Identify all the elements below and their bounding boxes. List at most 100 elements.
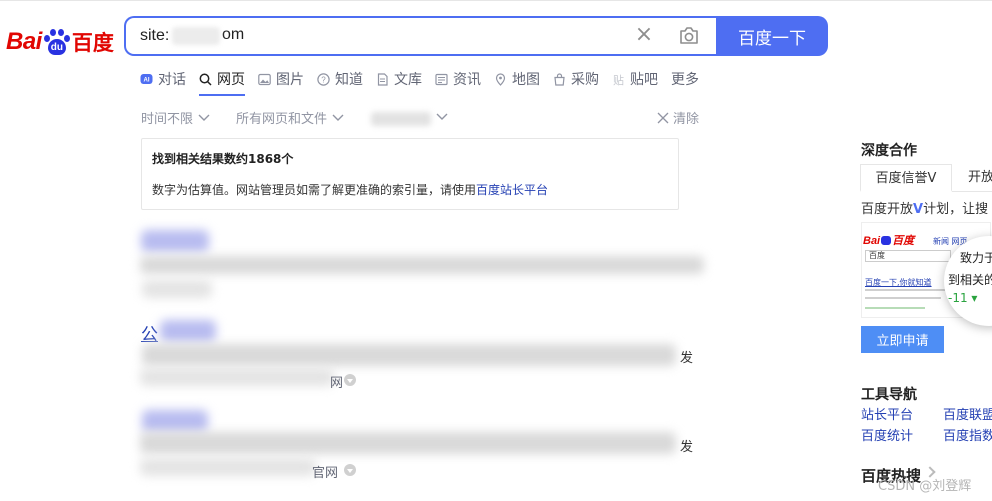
top-divider	[0, 0, 992, 1]
tab-3[interactable]: ? 知道	[317, 68, 363, 90]
tab-2[interactable]: 图片	[258, 68, 304, 90]
mini-search-input: 百度	[865, 250, 951, 262]
result-title-redacted[interactable]	[160, 320, 216, 342]
result-source-redacted	[140, 368, 334, 386]
tab-label: 贴吧	[630, 72, 658, 88]
result-snippet-redacted	[142, 344, 676, 366]
tab-label: 知道	[335, 72, 363, 88]
document-icon	[376, 72, 392, 86]
ai-chat-icon: AI	[140, 73, 156, 86]
result-title[interactable]: 公	[141, 320, 158, 345]
result-source-tail: 官网	[312, 466, 339, 481]
search-button[interactable]: 百度一下	[716, 16, 828, 56]
type-filter-label: 所有网页和文件	[236, 112, 328, 127]
redacted-query-part	[172, 27, 220, 45]
camera-icon[interactable]	[678, 26, 700, 46]
tab-credit-v[interactable]: 百度信誉V	[860, 164, 952, 192]
sidebar-description: 百度开放V计划，让搜	[861, 198, 988, 217]
desc-suffix: 计划，让搜	[923, 202, 989, 217]
tab-label: 图片	[276, 72, 304, 88]
map-pin-icon	[494, 72, 510, 86]
tab-label: 采购	[571, 72, 599, 88]
tab-label: 对话	[158, 72, 186, 88]
mini-logo: Bai 百度	[863, 232, 914, 248]
tab-7[interactable]: 采购	[553, 68, 599, 90]
tool-link[interactable]: 百度指数	[943, 425, 992, 444]
result-snippet-redacted	[140, 432, 676, 454]
logo-cjk-text: 百度	[71, 31, 114, 55]
result-count-box: 找到相关结果数约1868个 数字为估算值。网站管理员如需了解更准确的索引量，请使…	[141, 138, 679, 210]
svg-text:AI: AI	[144, 77, 150, 83]
webmaster-platform-link[interactable]: 百度站长平台	[476, 183, 548, 197]
redacted-site-filter[interactable]	[371, 112, 431, 126]
image-icon	[258, 73, 274, 86]
tab-label: 文库	[394, 72, 422, 88]
news-icon	[435, 73, 451, 86]
svg-text:?: ?	[321, 75, 326, 84]
v-badge-icon: V	[913, 202, 924, 217]
tab-1[interactable]: 网页	[199, 68, 245, 96]
vertical-tabs: AI 对话 网页 图片? 知道 文库 资讯 地图 采购贴贴吧 更多	[140, 68, 712, 96]
paw-icon: du	[43, 28, 71, 56]
tab-5[interactable]: 资讯	[435, 68, 481, 90]
mini-text-line	[865, 297, 941, 299]
mini-result-title: 百度一下,你就知道	[865, 278, 932, 287]
result-source-tail: 网	[330, 376, 344, 391]
result-title-redacted[interactable]	[141, 230, 209, 252]
source-menu-icon[interactable]	[344, 374, 356, 386]
clear-filters-label: 清除	[673, 112, 700, 127]
tab-open[interactable]: 开放	[968, 164, 992, 192]
tab-label: 更多	[671, 72, 699, 88]
chevron-down-icon	[198, 114, 210, 121]
logo-latin-text: Bai	[6, 28, 42, 55]
time-filter[interactable]: 时间不限	[141, 108, 210, 127]
type-filter[interactable]: 所有网页和文件	[236, 108, 344, 127]
clear-icon[interactable]: ×	[634, 24, 654, 46]
result-source-redacted	[142, 280, 212, 298]
time-filter-label: 时间不限	[141, 112, 194, 127]
search-query-tail: om	[222, 26, 245, 43]
chevron-down-icon	[332, 114, 344, 121]
sidebar-tabs: 百度信誉V 开放	[860, 164, 992, 192]
result-source-redacted	[140, 458, 316, 476]
tieba-icon: 贴	[612, 73, 628, 86]
apply-now-button[interactable]: 立即申请	[861, 326, 944, 353]
result-count: 找到相关结果数约1868个	[152, 152, 294, 166]
filter-bar: 时间不限 所有网页和文件 清除	[141, 108, 701, 128]
tool-link[interactable]: 站长平台	[861, 404, 913, 423]
sidebar-heading-tools: 工具导航	[861, 387, 917, 403]
search-box: om ×	[124, 16, 718, 56]
tool-link[interactable]: 百度联盟	[943, 404, 992, 423]
tab-0[interactable]: AI 对话	[140, 68, 186, 90]
mini-url-line	[865, 307, 925, 309]
mini-logo-cjk: 百度	[892, 235, 915, 247]
desc-prefix: 百度开放	[861, 202, 914, 217]
tab-label: 地图	[512, 72, 540, 88]
mini-text-line	[865, 289, 945, 291]
search-icon	[199, 73, 215, 86]
tab-8[interactable]: 贴贴吧	[612, 68, 658, 90]
bubble-line: 致力于	[960, 251, 992, 265]
chevron-down-icon	[436, 113, 448, 120]
tab-4[interactable]: 文库	[376, 68, 422, 90]
source-menu-icon[interactable]	[344, 464, 356, 476]
shopping-bag-icon	[553, 72, 569, 86]
clear-filters-button[interactable]: 清除	[657, 108, 699, 127]
result-title-redacted[interactable]	[142, 410, 208, 432]
tab-6[interactable]: 地图	[494, 68, 540, 90]
result-snippet-tail: 发	[680, 440, 694, 455]
index-note-text: 数字为估算值。网站管理员如需了解更准确的索引量，请使用	[152, 183, 477, 197]
sidebar-heading-partnership: 深度合作	[861, 143, 917, 159]
index-note: 数字为估算值。网站管理员如需了解更准确的索引量，请使用百度站长平台	[152, 181, 668, 198]
tab-label: 网页	[217, 72, 245, 88]
question-icon: ?	[317, 72, 333, 86]
paw-text: du	[50, 42, 63, 53]
bubble-line: -11 ▾	[948, 291, 978, 305]
watermark: CSDN @刘登辉	[878, 479, 972, 494]
tab-9[interactable]: 更多	[671, 68, 699, 90]
tool-link[interactable]: 百度统计	[861, 425, 913, 444]
baidu-logo[interactable]: Bai du 百度	[6, 26, 114, 58]
result-snippet-redacted	[140, 256, 704, 274]
tab-label: 资讯	[453, 72, 481, 88]
result-snippet-tail: 发	[680, 351, 694, 366]
